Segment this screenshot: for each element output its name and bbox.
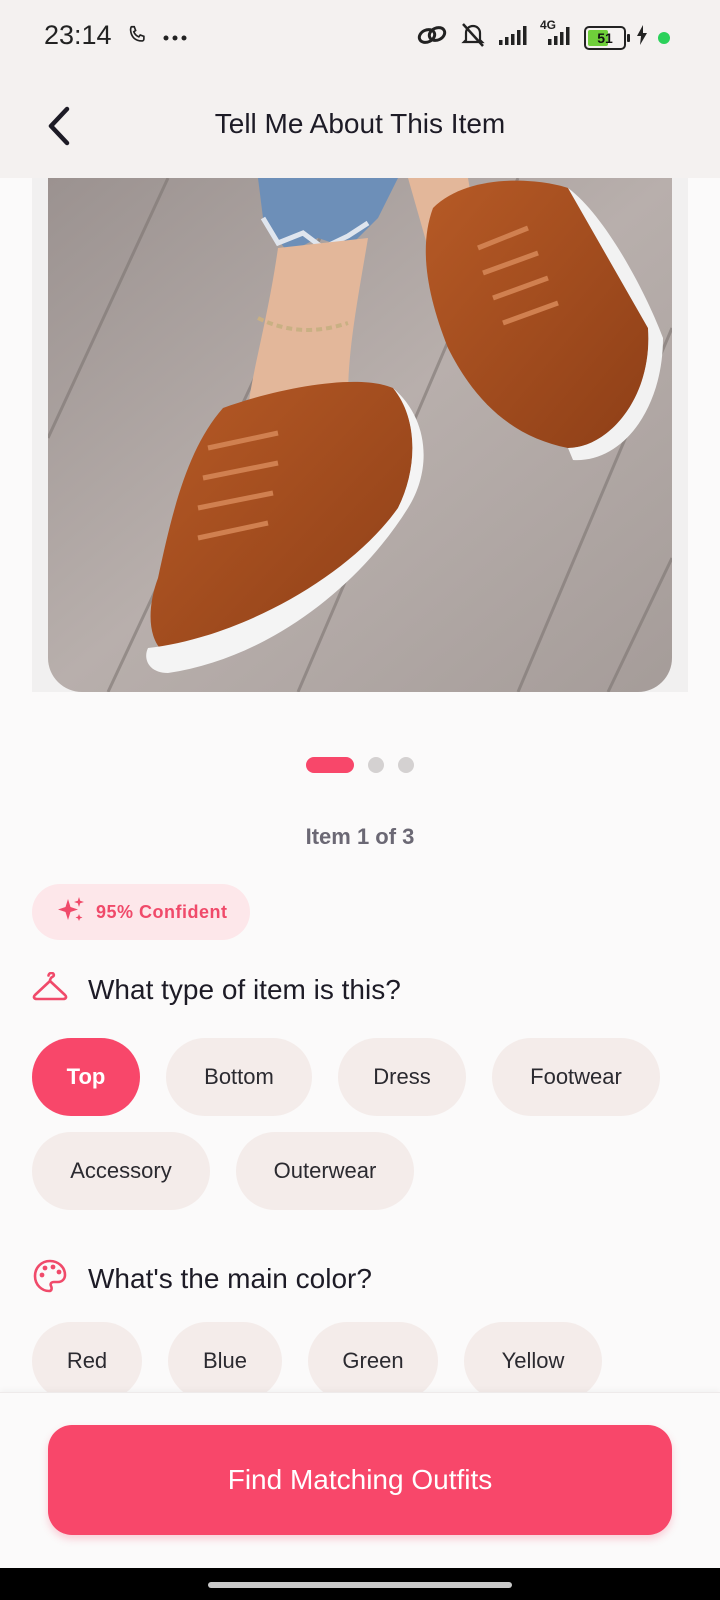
more-dots-icon (162, 29, 188, 47)
chip-type-accessory[interactable]: Accessory (32, 1132, 210, 1210)
chip-color-yellow[interactable]: Yellow (464, 1322, 602, 1400)
color-section-title: What's the main color? (32, 1258, 372, 1299)
chip-color-blue[interactable]: Blue (168, 1322, 282, 1400)
home-indicator[interactable] (208, 1582, 512, 1588)
app-bar: Tell Me About This Item (0, 78, 720, 178)
chip-type-footwear[interactable]: Footwear (492, 1038, 660, 1116)
system-nav-bar (0, 1568, 720, 1600)
battery-icon: 51 (584, 25, 630, 50)
hanger-icon (32, 971, 68, 1007)
type-section-title: What type of item is this? (32, 971, 401, 1007)
charging-icon (636, 25, 648, 50)
status-left-icons (126, 24, 188, 51)
confidence-text: 95% Confident (96, 901, 228, 922)
privacy-indicator (658, 31, 670, 44)
signal-4g-icon: 4G (540, 18, 574, 51)
link-icon (416, 23, 448, 52)
item-image-card[interactable] (32, 178, 688, 692)
confidence-badge: 95% Confident (32, 884, 250, 940)
image-pager[interactable] (0, 757, 720, 773)
item-counter: Item 1 of 3 (305, 824, 415, 849)
palette-icon (32, 1258, 68, 1299)
page-title: Tell Me About This Item (214, 108, 506, 139)
status-time: 23:14 (44, 20, 112, 50)
status-right-icons: 4G 51 (416, 18, 670, 53)
chip-type-outerwear[interactable]: Outerwear (236, 1132, 414, 1210)
signal-icon (498, 24, 530, 51)
pager-dot-active[interactable] (306, 757, 354, 773)
chip-color-green[interactable]: Green (308, 1322, 438, 1400)
type-section-label: What type of item is this? (88, 973, 401, 1005)
chip-color-red[interactable]: Red (32, 1322, 142, 1400)
chip-type-dress[interactable]: Dress (338, 1038, 466, 1116)
bottom-action-bar: Find Matching Outfits (0, 1392, 720, 1569)
color-section-label: What's the main color? (88, 1262, 372, 1294)
chip-type-top[interactable]: Top (32, 1038, 140, 1116)
pager-dot[interactable] (398, 757, 414, 773)
phone-icon (126, 24, 148, 51)
mute-icon (458, 22, 488, 53)
pager-dot[interactable] (368, 757, 384, 773)
status-bar: 23:14 4G 51 (0, 0, 720, 78)
find-matching-outfits-button[interactable]: Find Matching Outfits (48, 1425, 672, 1535)
battery-level: 51 (597, 29, 613, 46)
network-label: 4G (540, 18, 557, 32)
item-photo (48, 178, 672, 692)
chip-type-bottom[interactable]: Bottom (166, 1038, 312, 1116)
sparkles-icon (56, 895, 86, 930)
